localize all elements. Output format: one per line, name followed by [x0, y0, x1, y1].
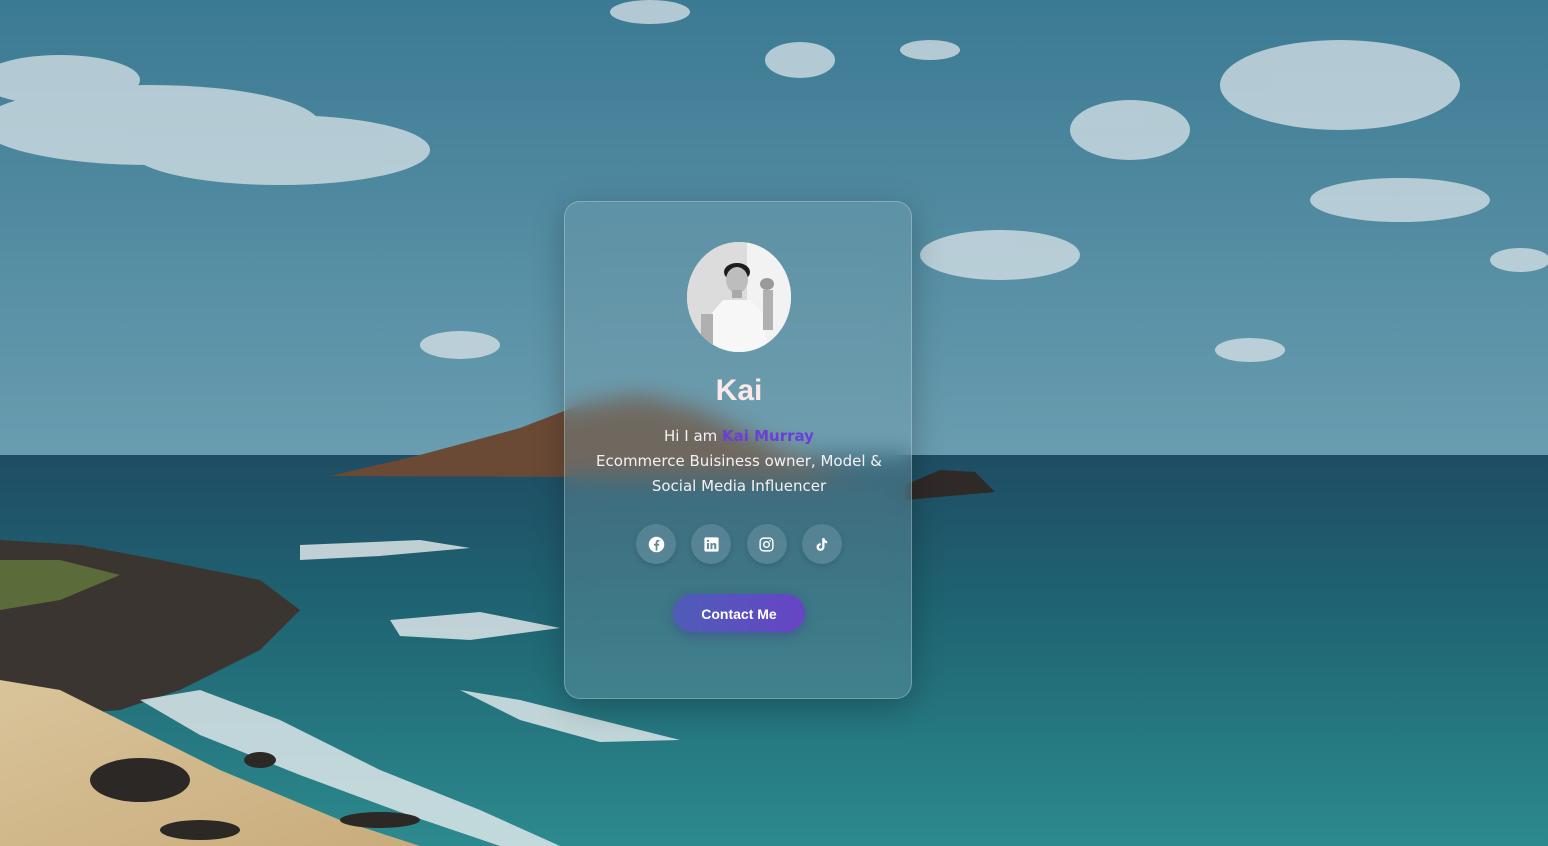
- tiktok-icon: [817, 537, 828, 551]
- profile-avatar: [687, 242, 791, 352]
- facebook-button[interactable]: [636, 524, 676, 564]
- greeting-text: Hi I am: [664, 427, 723, 445]
- linkedin-icon: [704, 536, 719, 552]
- linkedin-button[interactable]: [691, 524, 732, 564]
- profile-card: Kai Hi I am Kai Murray Ecommerce Buisine…: [564, 201, 912, 699]
- instagram-button[interactable]: [746, 524, 787, 564]
- profile-name: Kai: [715, 374, 763, 407]
- background-scene: Kai Hi I am Kai Murray Ecommerce Buisine…: [0, 0, 1548, 846]
- bio-text: Ecommerce Buisiness owner, Model & Socia…: [596, 452, 882, 495]
- full-name-highlight: Kai Murray: [722, 427, 814, 445]
- avatar-photo: [687, 242, 791, 352]
- social-links: [636, 524, 842, 564]
- tiktok-button[interactable]: [801, 524, 842, 564]
- contact-me-button[interactable]: Contact Me: [673, 594, 805, 632]
- profile-intro: Hi I am Kai Murray Ecommerce Buisiness o…: [595, 424, 883, 499]
- facebook-icon: [648, 536, 664, 552]
- instagram-icon: [759, 536, 774, 552]
